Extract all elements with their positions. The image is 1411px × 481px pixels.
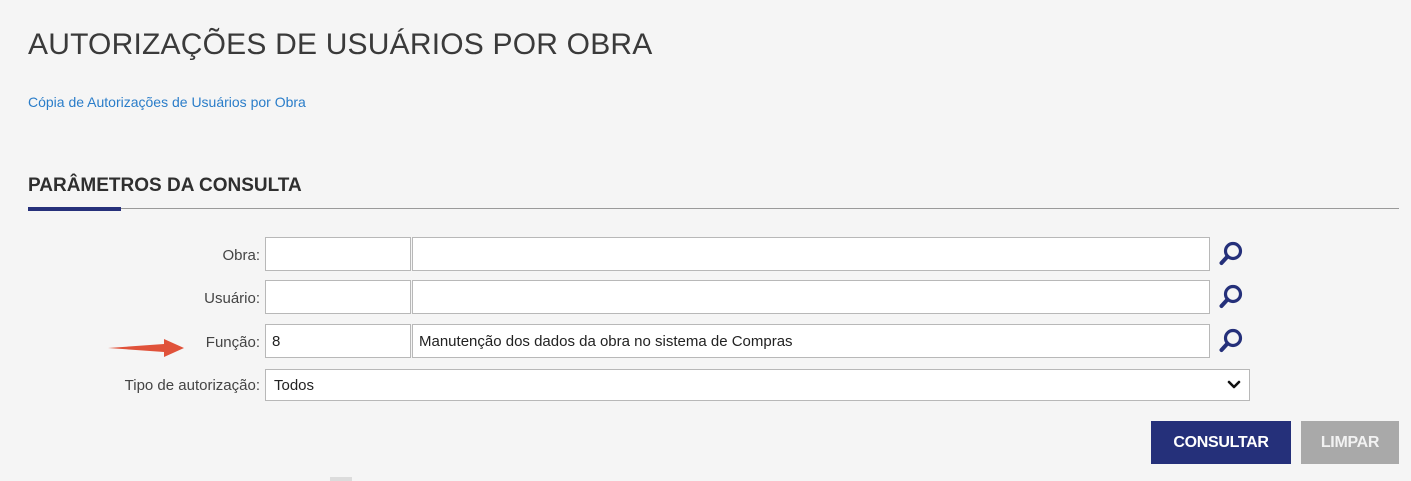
obra-lookup-button[interactable]	[1214, 237, 1248, 271]
copy-authorizations-link[interactable]: Cópia de Autorizações de Usuários por Ob…	[28, 93, 306, 111]
page-title: AUTORIZAÇÕES DE USUÁRIOS POR OBRA	[28, 28, 653, 61]
tipo-autorizacao-value: Todos	[274, 376, 315, 394]
usuario-lookup-button[interactable]	[1214, 280, 1248, 314]
obra-description-input[interactable]	[412, 237, 1210, 271]
usuario-description-input[interactable]	[412, 280, 1210, 314]
search-icon	[1219, 284, 1243, 308]
chevron-down-icon	[1227, 380, 1241, 389]
obra-code-input[interactable]	[265, 237, 411, 271]
search-icon	[1219, 328, 1243, 352]
page: AUTORIZAÇÕES DE USUÁRIOS POR OBRA Cópia …	[0, 0, 1411, 481]
partial-element	[330, 477, 352, 481]
section-title: PARÂMETROS DA CONSULTA	[28, 175, 302, 196]
section-divider	[28, 208, 1399, 209]
limpar-button[interactable]: LIMPAR	[1301, 421, 1399, 464]
tipo-autorizacao-select[interactable]: Todos	[265, 369, 1250, 401]
obra-label: Obra:	[222, 247, 260, 264]
search-icon	[1219, 241, 1243, 265]
funcao-lookup-button[interactable]	[1214, 324, 1248, 358]
funcao-label: Função:	[205, 334, 260, 351]
consultar-button[interactable]: CONSULTAR	[1151, 421, 1291, 464]
usuario-label: Usuário:	[204, 290, 260, 307]
funcao-description-input[interactable]	[412, 324, 1210, 358]
usuario-code-input[interactable]	[265, 280, 411, 314]
section-divider-accent	[28, 207, 121, 211]
funcao-code-input[interactable]	[265, 324, 411, 358]
tipo-autorizacao-label: Tipo de autorização:	[124, 377, 260, 394]
